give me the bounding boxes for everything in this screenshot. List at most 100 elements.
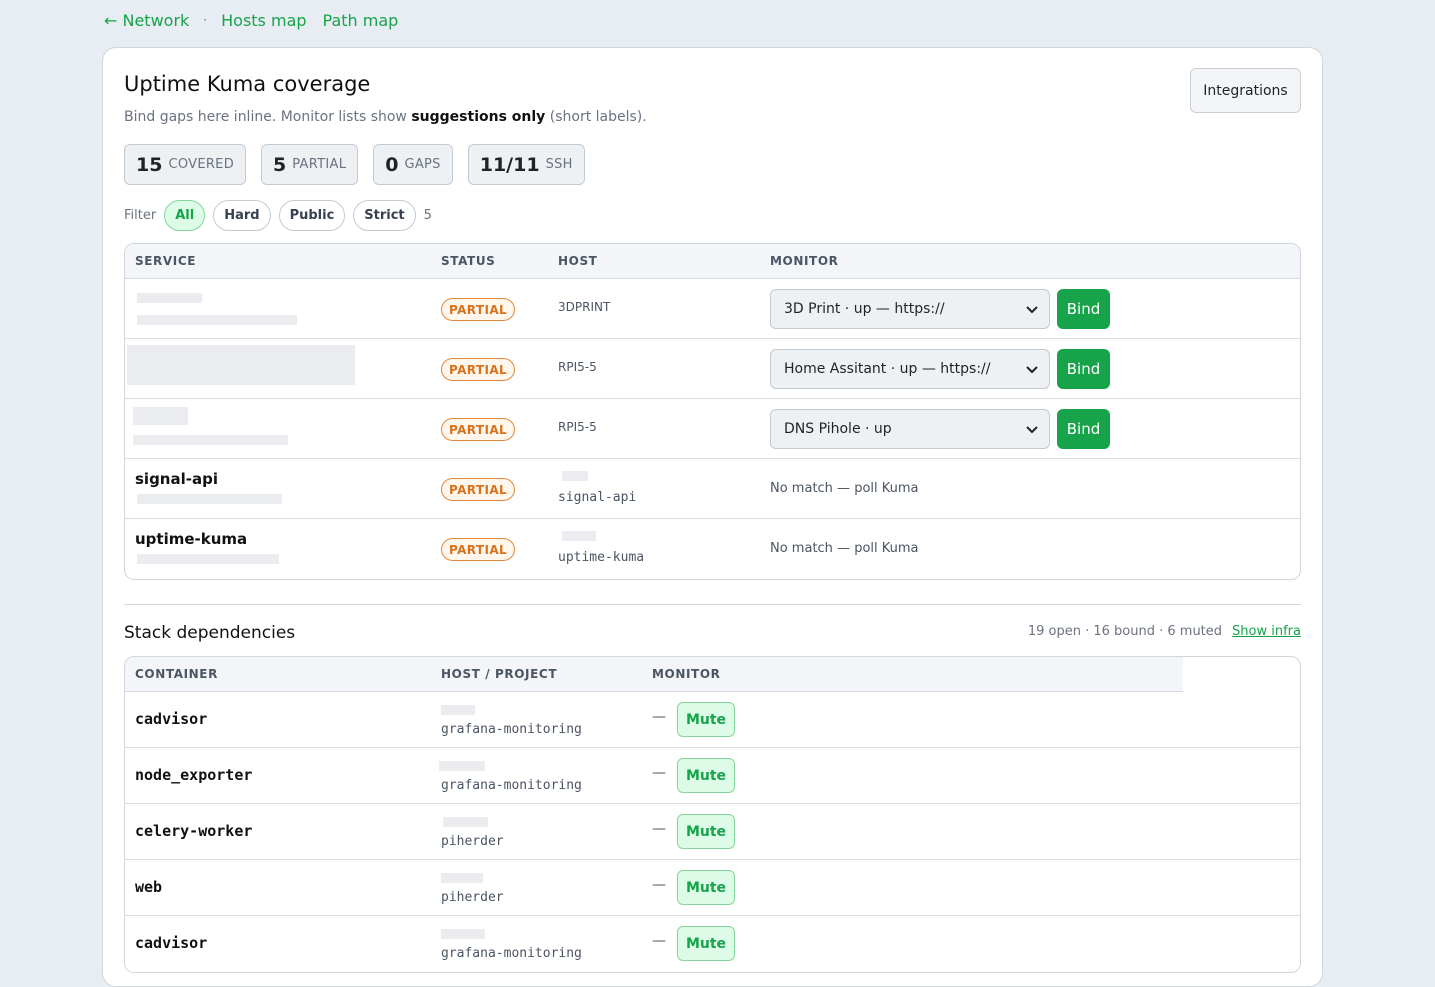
stat-covered: 15 COVERED	[124, 144, 246, 185]
table-row: PARTIAL 3DPRINT 3D Print · up — https://…	[125, 279, 1300, 339]
col-service: SERVICE	[135, 254, 197, 268]
host-label: 3DPRINT	[558, 300, 611, 314]
table-row: uptime-kuma PARTIAL uptime-kuma No match…	[125, 519, 1300, 579]
chevron-down-icon	[1026, 366, 1038, 374]
path-map-link[interactable]: Path map	[323, 11, 399, 30]
chevron-down-icon	[1026, 306, 1038, 314]
redacted-service-detail	[133, 435, 288, 445]
filter-label: Filter	[124, 208, 157, 223]
container-name: web	[135, 878, 163, 896]
table-row: node_exporter grafana-monitoring — Mute	[125, 748, 1300, 804]
service-name: signal-api	[135, 470, 218, 488]
back-network-link[interactable]: ← Network	[104, 11, 189, 30]
redacted-host	[441, 929, 485, 939]
bind-button[interactable]: Bind	[1057, 289, 1110, 329]
filter-hard[interactable]: Hard	[213, 200, 271, 231]
monitor-no-match: No match — poll Kuma	[770, 481, 919, 496]
dependency-counts: 19 open · 16 bound · 6 muted	[1027, 624, 1223, 639]
filter-strict[interactable]: Strict	[353, 200, 416, 231]
integrations-button[interactable]: Integrations	[1190, 68, 1301, 113]
mute-button[interactable]: Mute	[677, 870, 735, 905]
filter-count: 5	[423, 208, 432, 223]
table-row: signal-api PARTIAL signal-api No match —…	[125, 459, 1300, 519]
page-subtitle: Bind gaps here inline. Monitor lists sho…	[124, 109, 647, 125]
stat-ssh: 11/11 SSH	[467, 144, 585, 185]
status-badge: PARTIAL	[441, 298, 516, 321]
project-name: piherder	[441, 890, 504, 905]
stat-partial: 5 PARTIAL	[261, 144, 359, 185]
coverage-card: Uptime Kuma coverage Bind gaps here inli…	[102, 47, 1323, 987]
status-badge: PARTIAL	[441, 418, 516, 441]
redacted-service	[127, 345, 355, 385]
container-name: node_exporter	[135, 766, 253, 784]
redacted-host	[443, 817, 488, 827]
host-label: RPI5-5	[558, 360, 597, 374]
chevron-down-icon	[1026, 426, 1038, 434]
project-name: grafana-monitoring	[441, 722, 582, 737]
table-row: cadvisor grafana-monitoring — Mute	[125, 916, 1300, 972]
monitor-empty: —	[652, 709, 666, 725]
bind-button[interactable]: Bind	[1057, 409, 1110, 449]
col-monitor: MONITOR	[770, 254, 839, 268]
redacted-service	[137, 293, 202, 303]
table-row: web piherder — Mute	[125, 860, 1300, 916]
section-title: Stack dependencies	[124, 623, 296, 643]
table-row: PARTIAL RPI5-5 DNS Pihole · up Bind	[125, 399, 1300, 459]
stats-bar: 15 COVERED 5 PARTIAL 0 GAPS 11/11 SSH	[124, 144, 585, 185]
redacted-service-detail	[137, 315, 297, 325]
section-divider	[124, 604, 1301, 605]
bind-button[interactable]: Bind	[1057, 349, 1110, 389]
monitor-no-match: No match — poll Kuma	[770, 541, 919, 556]
status-badge: PARTIAL	[441, 478, 516, 501]
redacted-service-detail	[137, 554, 279, 564]
nav-separator: ·	[203, 13, 208, 27]
monitor-select[interactable]: DNS Pihole · up	[770, 409, 1050, 449]
monitor-select[interactable]: Home Assitant · up — https://	[770, 349, 1050, 389]
project-name: grafana-monitoring	[441, 946, 582, 961]
mute-button[interactable]: Mute	[677, 814, 735, 849]
service-name: uptime-kuma	[135, 530, 248, 548]
status-badge: PARTIAL	[441, 538, 516, 561]
dependencies-table-header: CONTAINER HOST / PROJECT MONITOR	[125, 657, 1183, 692]
redacted-host	[439, 761, 485, 771]
table-row: cadvisor grafana-monitoring — Mute	[125, 692, 1300, 748]
coverage-table-header: SERVICE STATUS HOST MONITOR	[125, 244, 1300, 279]
monitor-empty: —	[652, 877, 666, 893]
redacted-host	[562, 531, 596, 541]
coverage-table: SERVICE STATUS HOST MONITOR PARTIAL 3DPR…	[124, 243, 1301, 580]
monitor-empty: —	[652, 933, 666, 949]
monitor-empty: —	[652, 765, 666, 781]
stat-gaps: 0 GAPS	[373, 144, 453, 185]
project-name: grafana-monitoring	[441, 778, 582, 793]
hosts-map-link[interactable]: Hosts map	[221, 11, 306, 30]
host-project: uptime-kuma	[558, 550, 645, 565]
redacted-host	[441, 705, 475, 715]
mute-button[interactable]: Mute	[677, 926, 735, 961]
table-row: celery-worker piherder — Mute	[125, 804, 1300, 860]
col-status: STATUS	[441, 254, 496, 268]
table-row: PARTIAL RPI5-5 Home Assitant · up — http…	[125, 339, 1300, 399]
mute-button[interactable]: Mute	[677, 758, 735, 793]
container-name: cadvisor	[135, 710, 208, 728]
top-nav: ← Network · Hosts map Path map	[104, 8, 398, 32]
dependencies-table: CONTAINER HOST / PROJECT MONITOR cadviso…	[124, 656, 1301, 973]
redacted-service-detail	[137, 494, 282, 504]
status-badge: PARTIAL	[441, 358, 516, 381]
filter-public[interactable]: Public	[278, 200, 346, 231]
redacted-host	[562, 471, 588, 481]
container-name: celery-worker	[135, 822, 253, 840]
section-meta: 19 open · 16 bound · 6 muted Show infra	[1028, 624, 1301, 639]
host-project: signal-api	[558, 490, 637, 505]
show-infra-link[interactable]: Show infra	[1232, 624, 1301, 639]
mute-button[interactable]: Mute	[677, 702, 735, 737]
project-name: piherder	[441, 834, 504, 849]
monitor-select[interactable]: 3D Print · up — https://	[770, 289, 1050, 329]
container-name: cadvisor	[135, 934, 208, 952]
col-host-project: HOST / PROJECT	[441, 667, 558, 681]
filter-all[interactable]: All	[164, 200, 206, 231]
redacted-host	[441, 873, 483, 883]
col-container: CONTAINER	[135, 667, 218, 681]
filter-bar: Filter All Hard Public Strict 5	[124, 200, 432, 231]
redacted-service	[133, 407, 188, 425]
monitor-empty: —	[652, 821, 666, 837]
